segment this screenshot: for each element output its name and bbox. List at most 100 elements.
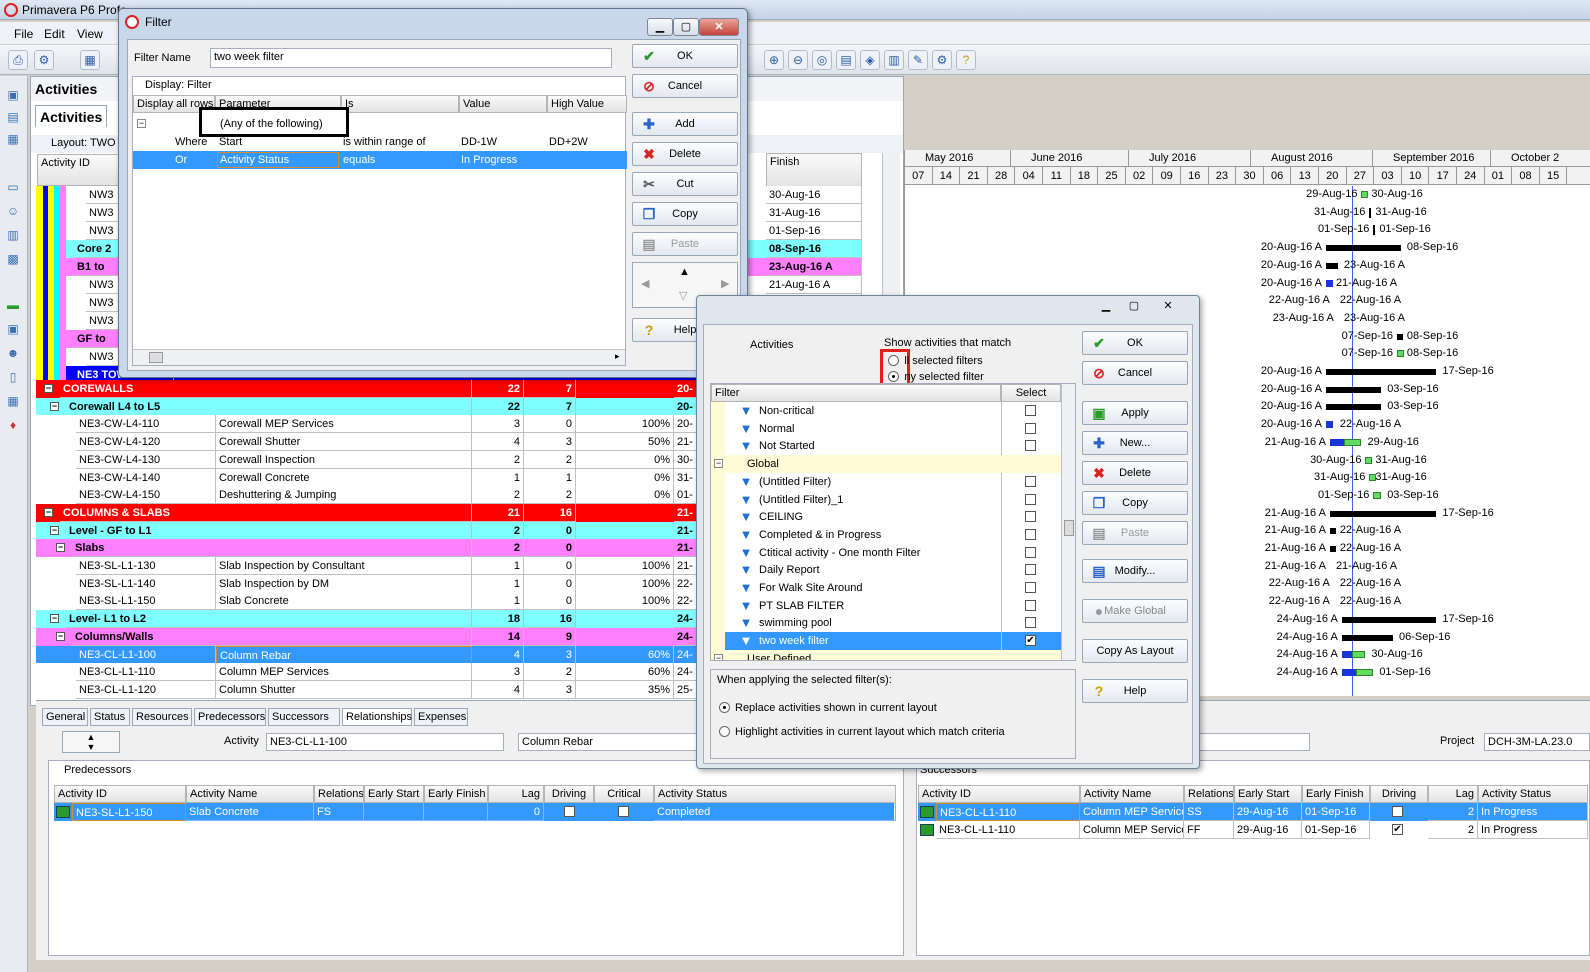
detail-tab-general[interactable]: General <box>42 708 88 726</box>
activity-name-field[interactable]: Column Rebar <box>518 733 702 751</box>
filter-row[interactable]: ▼ two week filter ✔ <box>711 632 1061 651</box>
filter-row[interactable]: ▼ Ctitical activity - One month Filter <box>711 543 1061 562</box>
filter-select-checkbox[interactable] <box>1025 564 1036 576</box>
delete-button[interactable]: ✖ Delete <box>1082 461 1188 485</box>
menu-edit[interactable]: Edit <box>44 27 65 41</box>
detail-tab-predecessors[interactable]: Predecessors <box>194 708 266 726</box>
criteria-row-2[interactable]: Or Activity Status equals In Progress <box>133 151 627 169</box>
table-row[interactable]: NE3-CW-L4-110 Corewall MEP Services 3 0 100%… <box>36 415 702 434</box>
pred-col-header[interactable]: Relations <box>314 785 364 803</box>
collapse-icon[interactable]: − <box>50 525 59 535</box>
filter-row[interactable]: ▼ swimming pool <box>711 614 1061 633</box>
filter-row[interactable]: ▼ CEILING <box>711 508 1061 527</box>
collapse-icon[interactable]: − <box>714 653 723 660</box>
print-icon[interactable]: ⎙ <box>8 50 28 70</box>
table-row[interactable]: − Level - GF to L1 2 0 21- <box>36 521 702 540</box>
detail-tab-resources[interactable]: Resources <box>132 708 192 726</box>
collapse-icon[interactable]: − <box>44 507 53 517</box>
copy-button[interactable]: ❐ Copy <box>632 202 738 226</box>
activity-name-field-ext[interactable] <box>1196 733 1310 751</box>
table-row[interactable]: − COREWALLS 22 7 20- <box>36 380 702 398</box>
zoom-in-icon[interactable]: ⊕ <box>764 50 784 70</box>
pred-col-header[interactable]: Early Start <box>364 785 424 803</box>
filter-select-checkbox[interactable]: ✔ <box>1025 635 1036 647</box>
filter-row[interactable]: ▼ Not Started <box>711 437 1061 456</box>
actual-bar[interactable] <box>1341 651 1353 659</box>
succ-col-header[interactable]: Early Finish <box>1302 785 1370 803</box>
cancel-button[interactable]: ⊘ Cancel <box>632 74 738 98</box>
paste-button[interactable]: ▤ Paste <box>1082 521 1188 545</box>
grid-view-icon[interactable]: ▦ <box>80 50 100 70</box>
table-row[interactable]: − Level- L1 to L2 18 16 24- <box>36 610 702 629</box>
criteria-hscroll[interactable]: ▸ <box>133 349 625 365</box>
report-icon[interactable]: ▥ <box>4 228 22 244</box>
filter-group-row[interactable]: − User Defined <box>711 649 1061 660</box>
copy-as-layout-button[interactable]: Copy As Layout <box>1082 639 1188 663</box>
paste-button[interactable]: ▤ Paste <box>632 232 738 256</box>
pred-col-header[interactable]: Driving <box>544 785 594 803</box>
succ-col-header[interactable]: Activity ID <box>918 785 1080 803</box>
filter-row[interactable]: ▼ (Untitled Filter) <box>711 472 1061 491</box>
table-row[interactable]: NE3-CL-L1-110 Column MEP Services 3 2 60% 24- <box>36 663 702 682</box>
right-arrow-icon[interactable]: ▶ <box>721 277 729 290</box>
summary-bar[interactable] <box>1326 386 1382 393</box>
modify-button[interactable]: ▤ Modify... <box>1082 559 1188 583</box>
detail-tab-expenses[interactable]: Expenses <box>414 708 468 726</box>
table-row[interactable]: − Slabs 2 0 21- <box>36 539 702 558</box>
table-row[interactable]: − Corewall L4 to L5 22 7 20- <box>36 397 702 416</box>
filter-row[interactable]: ▼ Non-critical <box>711 402 1061 420</box>
filter-select-checkbox[interactable] <box>1025 405 1036 416</box>
new-button[interactable]: ✚ New... <box>1082 431 1188 455</box>
critical-checkbox[interactable] <box>618 806 629 817</box>
activities-tab[interactable]: Activities <box>35 105 108 127</box>
filter-select-checkbox[interactable] <box>1025 511 1036 523</box>
summary-bar[interactable] <box>1326 369 1437 375</box>
up-arrow-icon[interactable]: ▲ <box>679 266 690 278</box>
collapse-icon[interactable]: − <box>44 384 53 393</box>
collapse-icon[interactable]: − <box>50 614 59 624</box>
criteria-param-selected[interactable]: Activity Status <box>217 152 339 168</box>
table-row[interactable]: NE3-CW-L4-140 Corewall Concrete 1 1 0% 31- <box>36 468 702 487</box>
detail-tab-relationships[interactable]: Relationships <box>342 708 412 726</box>
table-row[interactable]: − Columns/Walls 14 9 24- <box>36 627 702 646</box>
summary-bar[interactable] <box>1396 333 1403 340</box>
maximize-icon[interactable]: ▢ <box>1121 298 1147 316</box>
activities-icon[interactable]: ▦ <box>4 132 22 148</box>
collapse-icon[interactable]: − <box>50 401 59 411</box>
chart-icon[interactable]: ▩ <box>4 252 22 268</box>
tracking-icon[interactable]: ▬ <box>4 298 22 314</box>
filter-list-scrollbar[interactable] <box>1061 384 1075 660</box>
wbs-icon[interactable]: ▤ <box>4 110 22 126</box>
close-icon[interactable]: ✕ <box>699 18 739 36</box>
folder-icon[interactable]: ▭ <box>4 180 22 196</box>
help-icon[interactable]: ? <box>956 50 976 70</box>
table-row[interactable]: NE3-CL-L1-100 Column Rebar 4 3 60% 24- <box>36 645 702 664</box>
filter-row[interactable]: ▼ Completed & in Progress <box>711 525 1061 544</box>
help-button[interactable]: ? Help <box>1082 679 1188 703</box>
pred-col-header[interactable]: Critical <box>594 785 654 803</box>
risk-icon[interactable]: ♦ <box>4 418 22 434</box>
maximize-icon[interactable]: ▢ <box>673 18 699 36</box>
succ-col-header[interactable]: Early Start <box>1234 785 1302 803</box>
summary-bar[interactable] <box>1326 245 1401 252</box>
layout-dropdown[interactable]: Layout: TWO <box>51 137 116 149</box>
make-global-button[interactable]: ● Make Global <box>1082 599 1188 623</box>
col-high-value[interactable]: High Value <box>547 95 627 113</box>
table-row[interactable]: NE3-SL-L1-150 Slab Concrete FS 0 Completed <box>54 803 896 821</box>
document-icon[interactable]: ▯ <box>4 370 22 386</box>
zoom-out-icon[interactable]: ⊖ <box>788 50 808 70</box>
menu-file[interactable]: File <box>14 27 33 41</box>
radio-highlight[interactable] <box>719 726 730 737</box>
menu-view[interactable]: View <box>77 27 103 41</box>
driving-checkbox[interactable] <box>564 806 575 817</box>
remaining-bar[interactable] <box>1344 438 1362 446</box>
left-arrow-icon[interactable]: ◀ <box>641 277 649 290</box>
columns-icon[interactable]: ▥ <box>884 50 904 70</box>
pred-col-header[interactable]: Early Finish <box>424 785 488 803</box>
filter-select-checkbox[interactable] <box>1025 493 1036 505</box>
calendar-icon[interactable]: ▦ <box>4 394 22 410</box>
milestone-bar[interactable] <box>1373 225 1376 236</box>
collapse-icon[interactable]: − <box>714 459 723 469</box>
table-row[interactable]: NE3-CW-L4-130 Corewall Inspection 2 2 0% 30- <box>36 450 702 469</box>
filter-row[interactable]: ▼ (Untitled Filter)_1 <box>711 490 1061 509</box>
